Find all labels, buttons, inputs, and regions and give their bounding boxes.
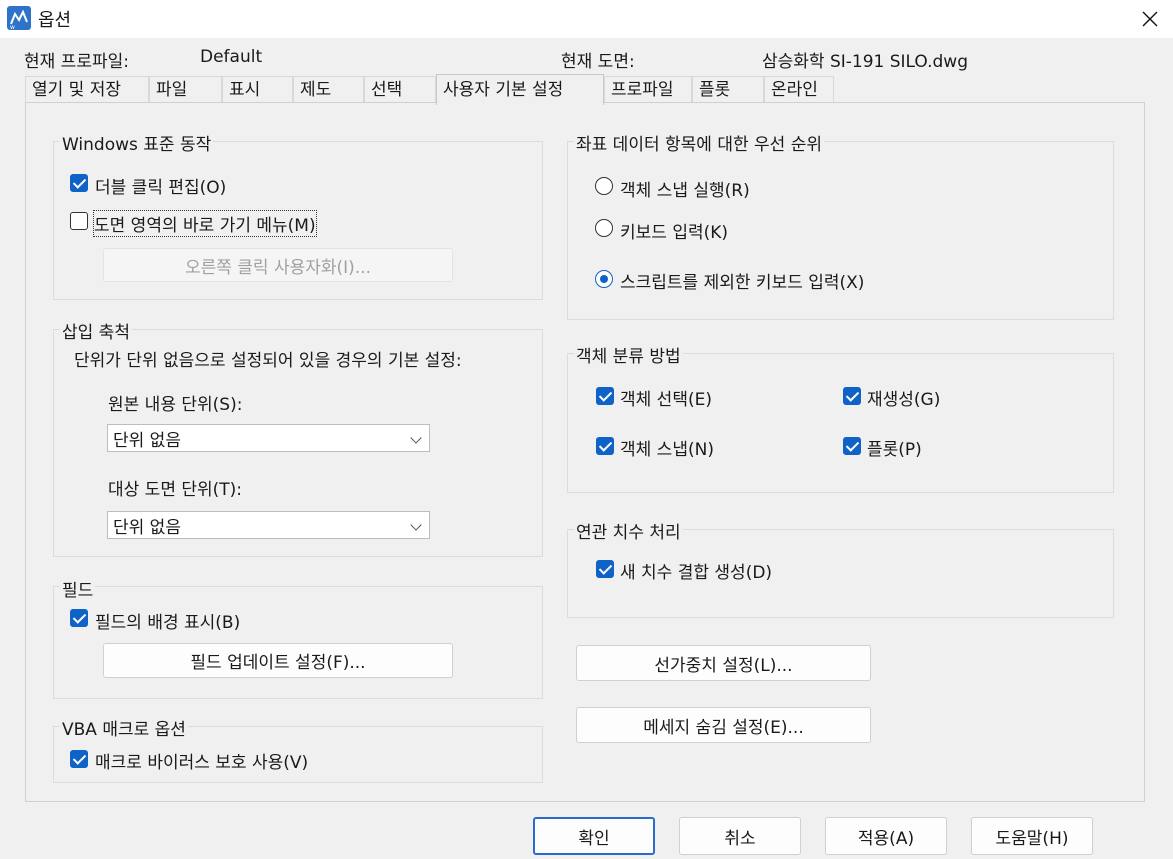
cancel-button[interactable]: 취소 xyxy=(679,817,801,855)
insert-scale-title: 삽입 축척 xyxy=(60,318,132,343)
coordinate-priority-title: 좌표 데이터 항목에 대한 우선 순위 xyxy=(574,130,824,155)
field-update-settings-button[interactable]: 필드 업데이트 설정(F)... xyxy=(103,643,453,678)
new-associative-dims-label[interactable]: 새 치수 결합 생성(D) xyxy=(620,558,772,583)
tab-selection[interactable]: 선택 xyxy=(364,76,436,103)
object-snap-label[interactable]: 객체 스냅(N) xyxy=(620,435,714,460)
tab-online[interactable]: 온라인 xyxy=(764,76,834,103)
chevron-down-icon xyxy=(410,432,422,444)
profile-value: Default xyxy=(200,47,263,67)
field-background-label[interactable]: 필드의 배경 표시(B) xyxy=(95,608,240,633)
window-title: 옵션 xyxy=(38,10,72,31)
close-icon xyxy=(1142,11,1157,27)
target-units-value: 단위 없음 xyxy=(113,517,181,538)
object-sorting-title: 객체 분류 방법 xyxy=(574,342,683,367)
source-units-value: 단위 없음 xyxy=(113,430,181,451)
plot-label[interactable]: 플롯(P) xyxy=(867,435,922,460)
tab-profiles[interactable]: 프로파일 xyxy=(604,76,692,103)
keyboard-entry-radio[interactable] xyxy=(595,219,613,237)
tab-plot[interactable]: 플롯 xyxy=(692,76,764,103)
macro-virus-protection-label[interactable]: 매크로 바이러스 보호 사용(V) xyxy=(95,748,308,773)
source-units-label: 원본 내용 단위(S): xyxy=(108,390,243,415)
title-bar xyxy=(0,0,1173,38)
apply-button[interactable]: 적용(A) xyxy=(825,817,947,855)
hidden-messages-settings-button[interactable]: 메세지 숨김 설정(E)... xyxy=(576,707,871,743)
field-title: 필드 xyxy=(60,576,96,601)
app-icon: w xyxy=(7,6,31,31)
profile-label: 현재 프로파일: xyxy=(24,52,129,72)
keyboard-except-scripts-label[interactable]: 스크립트를 제외한 키보드 입력(X) xyxy=(620,268,864,293)
drawing-value: 삼승화학 SI-191 SILO.dwg xyxy=(762,52,969,72)
object-sorting-group xyxy=(567,353,1114,493)
chevron-down-icon xyxy=(410,519,422,531)
tab-user-preferences[interactable]: 사용자 기본 설정 xyxy=(436,74,604,105)
macro-virus-protection-checkbox[interactable] xyxy=(70,750,88,768)
shortcut-menu-checkbox[interactable] xyxy=(70,212,88,230)
vba-title: VBA 매크로 옵션 xyxy=(60,715,188,740)
shortcut-menu-label[interactable]: 도면 영역의 바로 가기 메뉴(M) xyxy=(93,210,317,237)
tab-display[interactable]: 표시 xyxy=(222,76,293,103)
svg-text:w: w xyxy=(10,24,15,30)
windows-standard-title: Windows 표준 동작 xyxy=(60,130,214,155)
source-units-select[interactable]: 단위 없음 xyxy=(107,424,430,452)
keyboard-except-scripts-radio[interactable] xyxy=(595,270,613,288)
running-osnap-radio[interactable] xyxy=(595,177,613,195)
running-osnap-label[interactable]: 객체 스냅 실행(R) xyxy=(620,176,750,201)
target-units-label: 대상 도면 단위(T): xyxy=(108,480,243,500)
regen-label[interactable]: 재생성(G) xyxy=(867,385,940,410)
insert-scale-description: 단위가 단위 없음으로 설정되어 있을 경우의 기본 설정: xyxy=(74,351,462,371)
drawing-label: 현재 도면: xyxy=(561,52,635,72)
tab-open-save[interactable]: 열기 및 저장 xyxy=(25,76,149,103)
object-selection-label[interactable]: 객체 선택(E) xyxy=(620,385,712,410)
object-selection-checkbox[interactable] xyxy=(596,387,614,405)
new-associative-dims-checkbox[interactable] xyxy=(596,560,614,578)
lineweight-settings-button[interactable]: 선가중치 설정(L)... xyxy=(576,645,871,681)
tab-files[interactable]: 파일 xyxy=(149,76,222,103)
regen-checkbox[interactable] xyxy=(843,387,861,405)
tab-drafting[interactable]: 제도 xyxy=(293,76,364,103)
field-background-checkbox[interactable] xyxy=(70,609,88,627)
help-button[interactable]: 도움말(H) xyxy=(971,817,1093,855)
right-click-customize-button[interactable]: 오른쪽 클릭 사용자화(I)... xyxy=(103,248,453,282)
plot-checkbox[interactable] xyxy=(843,437,861,455)
double-click-edit-checkbox[interactable] xyxy=(70,174,88,192)
object-snap-checkbox[interactable] xyxy=(596,437,614,455)
associative-dimension-title: 연관 치수 처리 xyxy=(574,518,683,543)
ok-button[interactable]: 확인 xyxy=(533,817,655,855)
keyboard-entry-label[interactable]: 키보드 입력(K) xyxy=(620,218,728,243)
close-button[interactable] xyxy=(1126,0,1173,38)
target-units-select[interactable]: 단위 없음 xyxy=(107,511,430,539)
double-click-edit-label[interactable]: 더블 클릭 편집(O) xyxy=(95,173,226,198)
